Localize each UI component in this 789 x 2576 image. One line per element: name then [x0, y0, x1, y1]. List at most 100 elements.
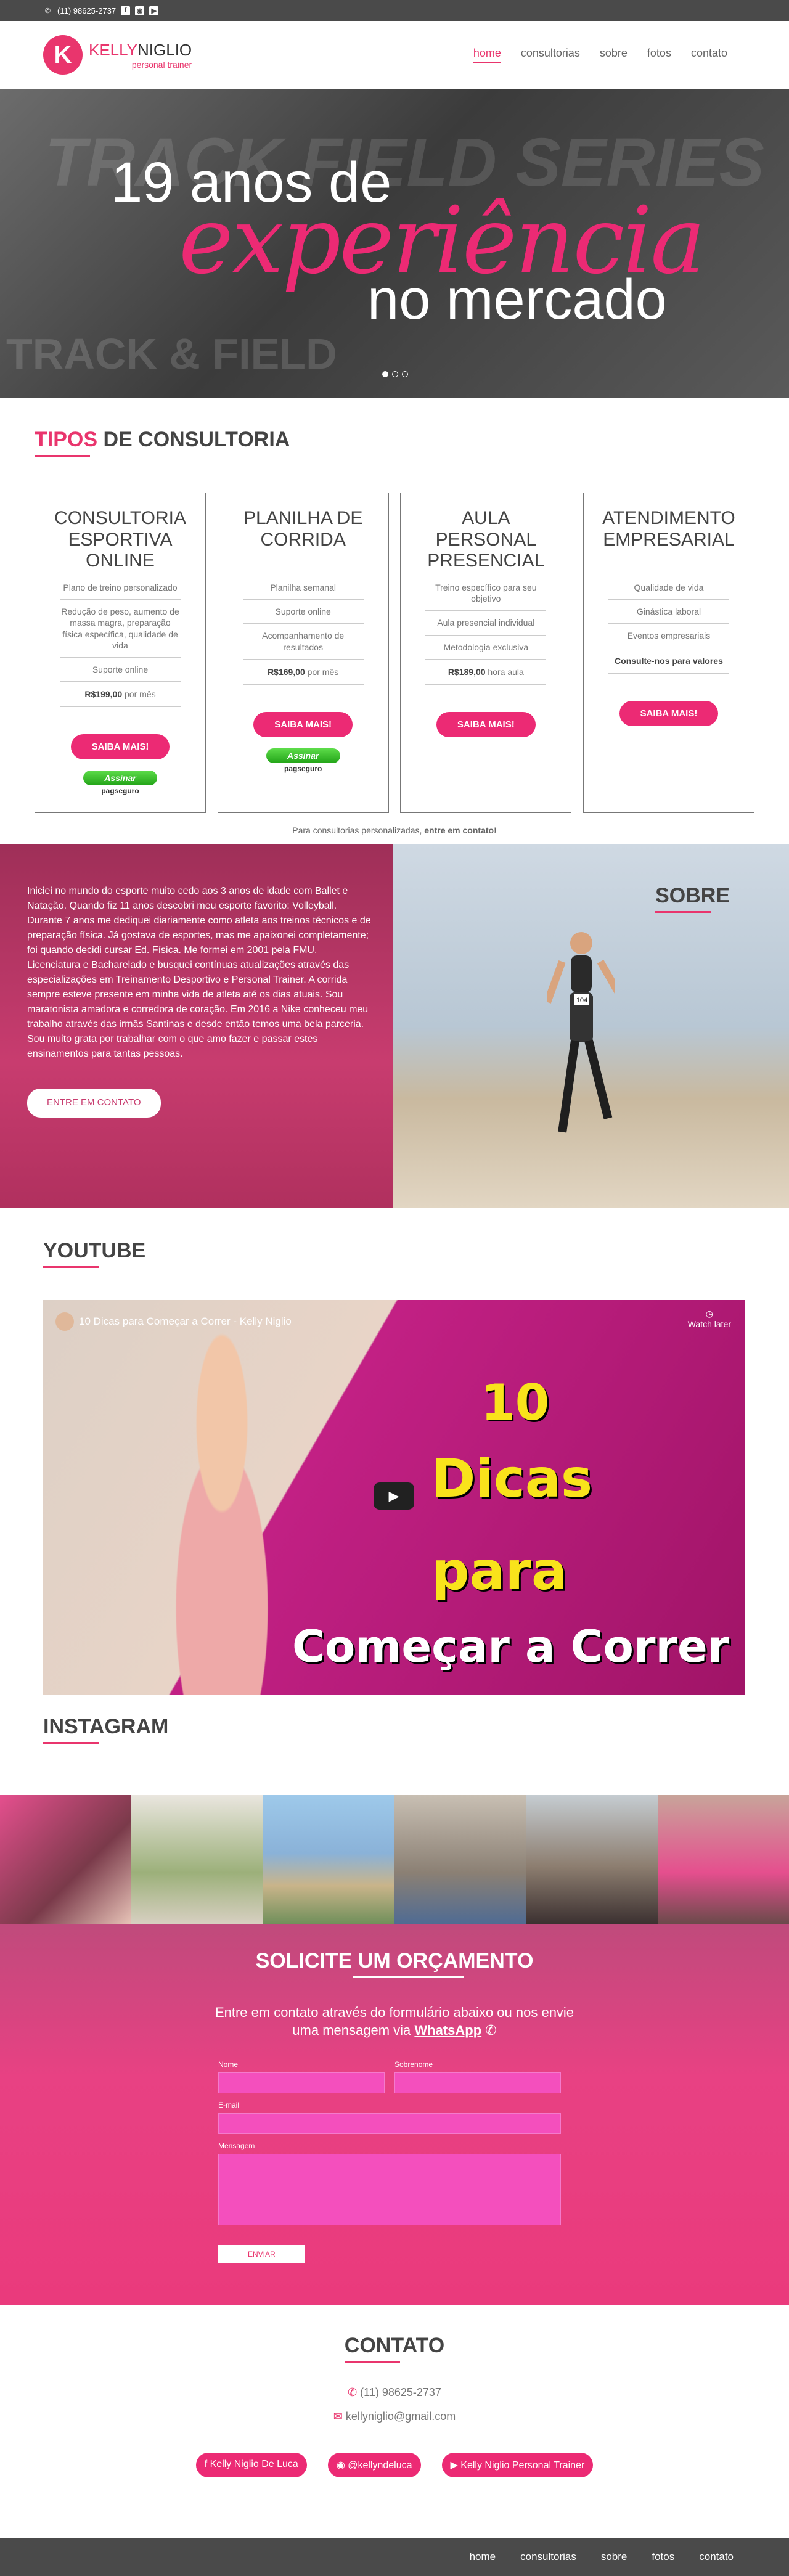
saiba-mais-button[interactable]: SAIBA MAIS!	[619, 700, 719, 726]
channel-avatar[interactable]	[55, 1312, 74, 1331]
card-feature: Aula presencial individual	[425, 611, 547, 636]
card-feature: Acompanhamento de resultados	[242, 624, 364, 660]
slider-dots	[382, 371, 408, 377]
message-label: Mensagem	[218, 2141, 255, 2150]
sobre-text: Iniciei no mundo do esporte muito cedo a…	[27, 886, 371, 1059]
footer-nav-home[interactable]: home	[470, 2551, 496, 2563]
thumb-text-2: Dicas	[431, 1448, 593, 1510]
play-button-icon[interactable]: ▶	[374, 1482, 414, 1510]
youtube-video-embed[interactable]: 10 Dicas para Começar a Correr - Kelly N…	[43, 1300, 745, 1695]
saiba-mais-button[interactable]: SAIBA MAIS!	[253, 711, 353, 737]
slider-dot[interactable]	[402, 371, 408, 377]
pricing-card: AULA PERSONAL PRESENCIAL Treino específi…	[400, 493, 572, 813]
header: K KELLYNIGLIO personal trainer home cons…	[0, 21, 789, 89]
facebook-link[interactable]: f Kelly Niglio De Luca	[195, 2453, 307, 2477]
nav-contato[interactable]: contato	[691, 47, 727, 63]
pagseguro-widget[interactable]: Assinar pagseguro	[233, 748, 374, 773]
email-label: E-mail	[218, 2101, 240, 2109]
name-input[interactable]	[218, 2072, 385, 2093]
youtube-icon[interactable]: ▶	[149, 6, 159, 15]
youtube-title: YOUTUBE	[43, 1239, 146, 1268]
video-header: 10 Dicas para Começar a Correr - Kelly N…	[55, 1312, 292, 1331]
pricing-card: ATENDIMENTO EMPRESARIAL Qualidade de vid…	[583, 493, 754, 813]
race-bib: 104	[576, 997, 587, 1004]
card-title: CONSULTORIA ESPORTIVA ONLINE	[54, 508, 186, 571]
card-feature: Suporte online	[60, 658, 181, 682]
pagseguro-logo: pagseguro	[101, 787, 139, 796]
instagram-photo[interactable]	[526, 1795, 658, 1924]
whatsapp-icon: ✆	[485, 2022, 497, 2038]
orcamento-subtitle: Entre em contato através do formulário a…	[215, 2005, 574, 2038]
card-feature: Qualidade de vida	[608, 576, 729, 600]
orcamento-form: Nome Sobrenome E-mail Mensagem ENVIAR	[218, 2060, 561, 2263]
logo[interactable]: K KELLYNIGLIO personal trainer	[43, 35, 192, 75]
thumb-text-4: Começar a Correr	[292, 1621, 730, 1672]
card-feature: Eventos empresariais	[608, 624, 729, 648]
instagram-photo[interactable]	[657, 1795, 789, 1924]
tipos-section: TIPOS DE CONSULTORIA CONSULTORIA ESPORTI…	[0, 398, 789, 844]
whatsapp-link[interactable]: WhatsApp	[414, 2022, 481, 2038]
facebook-icon[interactable]: f	[121, 6, 131, 15]
assinar-button[interactable]: Assinar	[266, 748, 340, 763]
whatsapp-icon: ✆	[348, 2386, 358, 2398]
instagram-photo[interactable]	[0, 1795, 132, 1924]
card-title: AULA PERSONAL PRESENCIAL	[427, 508, 545, 571]
footer-nav-consultorias[interactable]: consultorias	[520, 2551, 576, 2563]
footer-nav-fotos[interactable]: fotos	[652, 2551, 674, 2563]
pricing-card: PLANILHA DE CORRIDA Planilha semanal Sup…	[217, 493, 389, 813]
name-label: Nome	[218, 2060, 239, 2069]
instagram-icon: ◉	[336, 2460, 345, 2471]
logo-subtitle: personal trainer	[131, 59, 192, 70]
watch-later-button[interactable]: ◷ Watch later	[688, 1309, 731, 1329]
consultoria-note: Para consultorias personalizadas, entre …	[292, 825, 497, 835]
entre-em-contato-button[interactable]: ENTRE EM CONTATO	[27, 1089, 161, 1118]
surname-label: Sobrenome	[394, 2060, 433, 2069]
nav-sobre[interactable]: sobre	[600, 47, 628, 63]
video-title[interactable]: 10 Dicas para Começar a Correr - Kelly N…	[79, 1315, 292, 1328]
footer-nav-contato[interactable]: contato	[699, 2551, 734, 2563]
runner-figure: 104	[547, 932, 615, 1133]
social-links: f Kelly Niglio De Luca ◉ @kellyndeluca ▶…	[0, 2453, 789, 2477]
tipos-title: TIPOS DE CONSULTORIA	[35, 428, 290, 457]
youtube-link[interactable]: ▶ Kelly Niglio Personal Trainer	[441, 2453, 594, 2477]
footer-nav: home consultorias sobre fotos contato	[0, 2538, 789, 2576]
email-input[interactable]	[218, 2113, 561, 2134]
card-feature: Metodologia exclusiva	[425, 636, 547, 660]
slider-dot[interactable]	[392, 371, 398, 377]
sobre-photo: SOBRE 104	[393, 844, 789, 1208]
instagram-photo[interactable]	[394, 1795, 526, 1924]
nav-fotos[interactable]: fotos	[647, 47, 671, 63]
contact-link[interactable]: entre em contato!	[424, 825, 496, 835]
sobre-section: Iniciei no mundo do esporte muito cedo a…	[0, 844, 789, 1208]
card-feature: Ginástica laboral	[608, 600, 729, 624]
video-thumbnail-person	[142, 1331, 302, 1695]
instagram-grid	[0, 1795, 789, 1924]
saiba-mais-button[interactable]: SAIBA MAIS!	[70, 734, 170, 760]
assinar-button[interactable]: Assinar	[83, 771, 157, 786]
instagram-photo[interactable]	[263, 1795, 394, 1924]
instagram-link[interactable]: ◉ @kellyndeluca	[327, 2453, 421, 2477]
instagram-photo[interactable]	[131, 1795, 263, 1924]
topbar-phone[interactable]: (11) 98625-2737	[57, 6, 116, 15]
hero-background-text-2: TRACK & FIELD	[6, 330, 337, 378]
send-button[interactable]: ENVIAR	[218, 2245, 305, 2263]
message-textarea[interactable]	[218, 2154, 561, 2225]
surname-input[interactable]	[394, 2072, 561, 2093]
nav-home[interactable]: home	[473, 47, 501, 63]
contact-phone[interactable]: ✆ (11) 98625-2737	[0, 2386, 789, 2399]
main-nav: home consultorias sobre fotos contato	[473, 47, 727, 63]
slider-dot[interactable]	[382, 371, 388, 377]
card-title: PLANILHA DE CORRIDA	[243, 508, 363, 550]
contact-email[interactable]: ✉ kellyniglio@gmail.com	[0, 2410, 789, 2423]
instagram-icon[interactable]: ◉	[135, 6, 145, 15]
clock-icon: ◷	[705, 1309, 713, 1319]
nav-consultorias[interactable]: consultorias	[521, 47, 580, 63]
pagseguro-widget[interactable]: Assinar pagseguro	[50, 771, 190, 795]
pricing-card: CONSULTORIA ESPORTIVA ONLINE Plano de tr…	[35, 493, 206, 813]
youtube-icon: ▶	[450, 2460, 458, 2471]
footer-nav-sobre[interactable]: sobre	[601, 2551, 628, 2563]
saiba-mais-button[interactable]: SAIBA MAIS!	[436, 711, 536, 737]
logo-mark: K	[43, 35, 83, 75]
instagram-section: INSTAGRAM	[0, 1701, 789, 1795]
sobre-text-panel: Iniciei no mundo do esporte muito cedo a…	[0, 844, 393, 1208]
